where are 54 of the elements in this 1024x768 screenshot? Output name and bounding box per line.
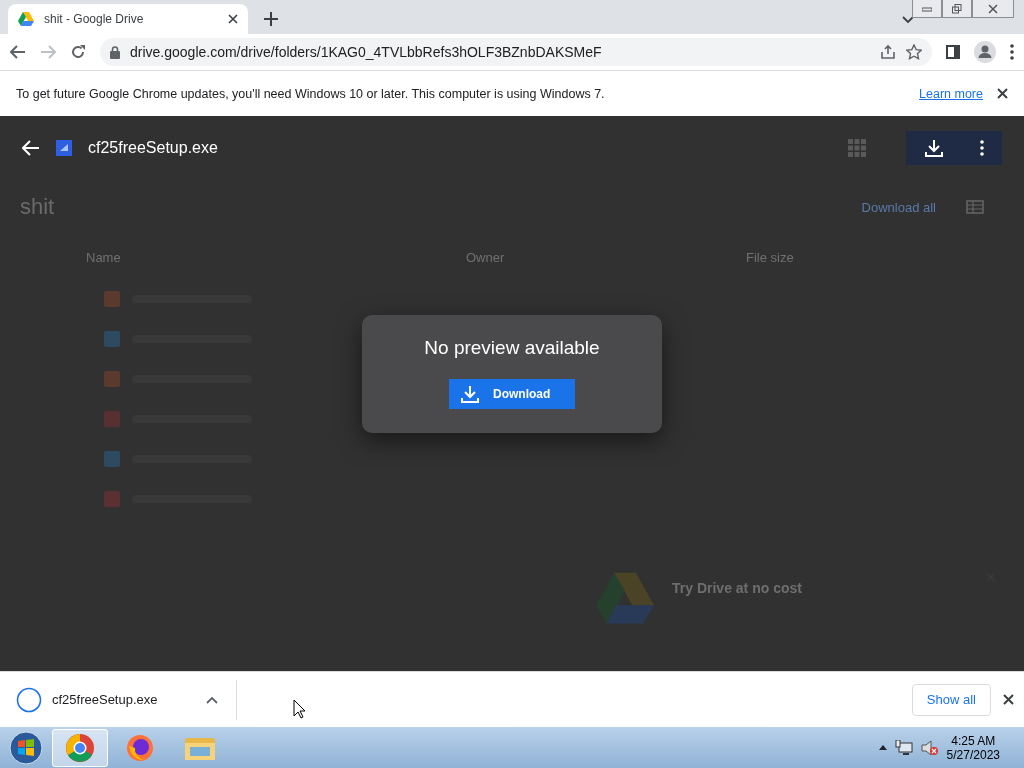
reload-icon[interactable]: [70, 44, 86, 60]
chrome-icon: [65, 732, 95, 763]
minimize-icon: [922, 5, 932, 12]
side-panel-icon[interactable]: [946, 45, 960, 59]
list-view-icon: [966, 200, 984, 214]
download-button[interactable]: [906, 131, 1002, 165]
info-message: To get future Google Chrome updates, you'll need Windows 10 or later. This computer is using Windows 7.: [16, 86, 606, 101]
file-icon: [56, 140, 72, 156]
cursor-icon: [293, 698, 307, 719]
close-icon[interactable]: [1003, 694, 1014, 705]
taskbar-app[interactable]: [52, 728, 108, 767]
restore-icon: [952, 3, 962, 14]
close-icon: [988, 3, 998, 14]
promo-title: Try Drive at no cost: [672, 580, 802, 596]
star-icon[interactable]: [906, 44, 922, 60]
address-bar[interactable]: drive.google.com/drive/folders/1KAG0_4TVLbbRefs3hOLF3BZnbDAKSMeF: [100, 38, 932, 66]
speaker-muted-icon[interactable]: [920, 739, 939, 756]
restore-button[interactable]: [942, 0, 972, 18]
more-icon[interactable]: [1010, 44, 1014, 60]
close-button[interactable]: [972, 0, 1014, 18]
lock-icon: [110, 45, 120, 59]
share-icon[interactable]: [880, 44, 896, 60]
new-tab-icon[interactable]: [264, 12, 278, 26]
file-name: cf25freeSetup.exe: [88, 139, 219, 157]
download-button[interactable]: Download: [449, 379, 575, 409]
browser-tab[interactable]: shit - Google Drive: [8, 4, 248, 34]
caret-up-icon[interactable]: [878, 745, 887, 750]
network-icon[interactable]: [894, 739, 913, 756]
close-icon[interactable]: [997, 88, 1008, 99]
dialog-title: No preview available: [424, 337, 600, 359]
chevron-down-icon[interactable]: [902, 16, 914, 24]
learn-more-link[interactable]: Learn more: [919, 86, 983, 101]
column-header: Name: [86, 250, 122, 265]
download-all-link[interactable]: Download all: [861, 199, 936, 215]
tab-title: shit - Google Drive: [44, 12, 145, 26]
back-icon[interactable]: [10, 45, 26, 59]
more-icon[interactable]: [979, 140, 984, 156]
download-icon: [924, 139, 943, 157]
download-icon: [461, 385, 479, 403]
close-icon[interactable]: [228, 14, 238, 24]
drive-logo-icon: [596, 572, 654, 624]
progress-ring-icon: [16, 686, 42, 713]
drive-icon: [18, 12, 34, 26]
chevron-up-icon[interactable]: [206, 695, 218, 704]
download-file-name: cf25freeSetup.exe: [52, 692, 159, 707]
clock-time: 4:25 AM: [951, 733, 996, 748]
column-header: File size: [746, 250, 795, 265]
show-all-button[interactable]: Show all: [911, 683, 991, 716]
firefox-icon: [126, 733, 154, 762]
grid-icon: [848, 139, 866, 157]
profile-icon[interactable]: [974, 41, 996, 63]
clock-date: 5/27/2023: [946, 747, 1000, 762]
folder-title: shit: [20, 194, 56, 220]
column-header: Owner: [466, 250, 506, 265]
